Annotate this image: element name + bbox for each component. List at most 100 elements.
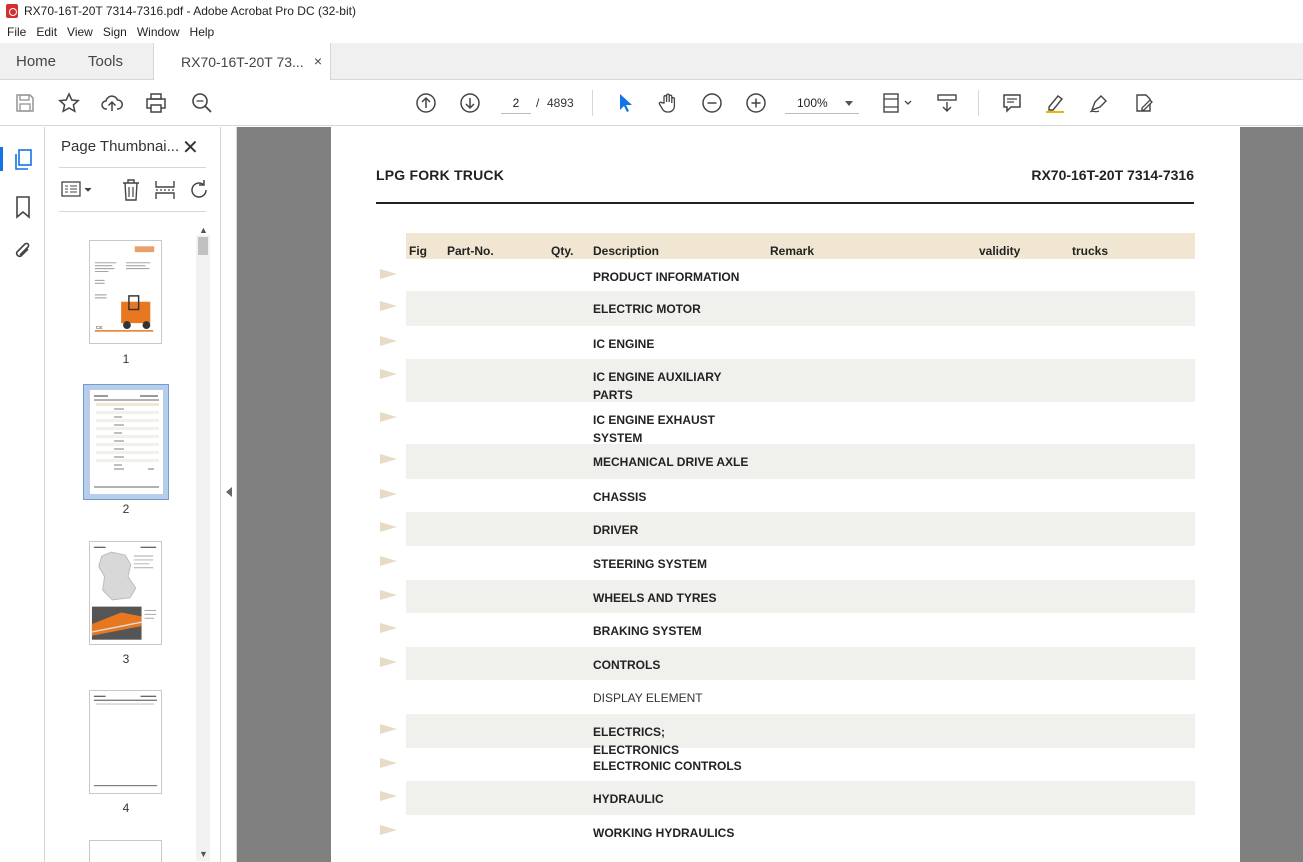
page-thumbnails-icon[interactable] — [11, 148, 35, 172]
document-viewport[interactable]: LPG FORK TRUCK RX70-16T-20T 7314-7316 Fi… — [237, 127, 1303, 862]
fill-sign-icon[interactable] — [1132, 91, 1156, 115]
table-row: ELECTRICS; ELECTRONICS — [406, 714, 1195, 757]
zoom-in-icon[interactable] — [744, 91, 768, 115]
row-description: WORKING HYDRAULICS — [593, 826, 735, 840]
search-zoom-icon[interactable] — [190, 91, 214, 115]
scroll-up-arrow-icon[interactable]: ▲ — [199, 225, 208, 235]
hand-tool-icon[interactable] — [656, 91, 680, 115]
row-description: MECHANICAL DRIVE AXLE — [593, 455, 749, 469]
upload-cloud-icon[interactable] — [100, 91, 124, 115]
row-link-arrow-icon[interactable] — [380, 590, 397, 600]
row-link-arrow-icon[interactable] — [380, 556, 397, 566]
row-description: ELECTRIC MOTOR — [593, 302, 701, 316]
thumbnail-options-icon[interactable] — [60, 177, 96, 203]
page-4-preview — [93, 695, 158, 787]
col-validity: validity — [979, 244, 1021, 258]
page-count: 4893 — [547, 96, 574, 110]
row-link-arrow-icon[interactable] — [380, 269, 397, 279]
comment-icon[interactable] — [1000, 91, 1024, 115]
row-link-arrow-icon[interactable] — [380, 758, 397, 768]
row-link-arrow-icon[interactable] — [380, 724, 397, 734]
collapse-arrow-icon[interactable] — [226, 487, 232, 497]
row-link-arrow-icon[interactable] — [380, 369, 397, 379]
row-link-arrow-icon[interactable] — [380, 522, 397, 532]
active-indicator — [0, 147, 3, 171]
delete-page-icon[interactable] — [118, 177, 144, 203]
toolbar: 2 / 4893 100% — [0, 80, 1303, 126]
page-thumbnail-3[interactable] — [89, 541, 162, 645]
menu-bar: File Edit View Sign Window Help — [0, 22, 1303, 42]
page-thumbnail-2-selected[interactable] — [83, 384, 169, 500]
menu-edit[interactable]: Edit — [31, 25, 62, 39]
pdf-page: LPG FORK TRUCK RX70-16T-20T 7314-7316 Fi… — [331, 127, 1240, 862]
zoom-level-select[interactable]: 100% — [785, 92, 859, 114]
page-thumbnail-4[interactable] — [89, 690, 162, 794]
extract-pages-icon[interactable] — [152, 177, 178, 203]
page-number-input[interactable]: 2 — [501, 92, 531, 114]
thumbnail-label-2: 2 — [122, 502, 130, 516]
chevron-down-icon — [845, 101, 853, 106]
scroll-down-arrow-icon[interactable]: ▼ — [199, 849, 208, 859]
row-link-arrow-icon[interactable] — [380, 412, 397, 422]
col-qty: Qty. — [551, 244, 574, 258]
panel-collapse-splitter[interactable] — [220, 127, 237, 862]
print-icon[interactable] — [144, 91, 168, 115]
page-thumbnail-1[interactable]: CE — [89, 240, 162, 344]
table-row: DRIVER — [406, 512, 1195, 546]
tab-tools[interactable]: Tools — [88, 43, 123, 80]
row-link-arrow-icon[interactable] — [380, 454, 397, 464]
tab-home[interactable]: Home — [16, 43, 56, 80]
row-description: IC ENGINE EXHAUST SYSTEM — [593, 413, 716, 445]
table-row: ELECTRIC MOTOR — [406, 291, 1195, 326]
tab-document-label: RX70-16T-20T 73... — [181, 54, 304, 70]
scroll-mode-icon[interactable] — [935, 91, 959, 115]
header-rule — [376, 202, 1194, 204]
panel-divider — [59, 211, 206, 212]
page-thumbnail-5[interactable] — [89, 840, 162, 862]
menu-window[interactable]: Window — [132, 25, 185, 39]
thumbnail-scrollbar[interactable]: ▲ ▼ — [196, 225, 210, 861]
previous-page-icon[interactable] — [414, 91, 438, 115]
row-description: ELECTRONIC CONTROLS — [593, 759, 742, 773]
highlight-pen-icon[interactable] — [1043, 91, 1067, 115]
draw-sign-icon[interactable] — [1087, 91, 1111, 115]
row-description: DRIVER — [593, 523, 639, 537]
page-3-preview — [91, 546, 157, 640]
page-fit-icon[interactable] — [880, 91, 914, 115]
close-panel-icon[interactable]: ✕ — [182, 135, 199, 160]
svg-text:CE: CE — [96, 325, 104, 331]
tab-document[interactable]: RX70-16T-20T 73... × — [153, 43, 331, 81]
next-page-icon[interactable] — [458, 91, 482, 115]
row-link-arrow-icon[interactable] — [380, 489, 397, 499]
col-description: Description — [593, 244, 660, 258]
row-link-arrow-icon[interactable] — [380, 623, 397, 633]
close-tab-icon[interactable]: × — [314, 53, 322, 69]
row-description: HYDRAULIC — [593, 792, 664, 806]
row-link-arrow-icon[interactable] — [380, 301, 397, 311]
save-icon[interactable] — [13, 91, 37, 115]
row-link-arrow-icon[interactable] — [380, 657, 397, 667]
select-cursor-icon[interactable] — [613, 91, 637, 115]
page-header-model: RX70-16T-20T 7314-7316 — [1031, 167, 1194, 183]
attachment-icon[interactable] — [11, 240, 35, 264]
row-description: IC ENGINE — [593, 337, 655, 351]
scrollbar-thumb[interactable] — [198, 237, 208, 255]
cover-page-preview: CE — [94, 246, 155, 332]
row-description: PRODUCT INFORMATION — [593, 270, 740, 284]
menu-file[interactable]: File — [2, 25, 31, 39]
table-row: BRAKING SYSTEM — [406, 613, 1195, 647]
col-remark: Remark — [770, 244, 815, 258]
page-2-preview — [90, 390, 163, 494]
row-link-arrow-icon[interactable] — [380, 791, 397, 801]
rotate-page-icon[interactable] — [186, 177, 212, 203]
row-link-arrow-icon[interactable] — [380, 825, 397, 835]
window-title: RX70-16T-20T 7314-7316.pdf - Adobe Acrob… — [24, 4, 356, 18]
zoom-out-icon[interactable] — [700, 91, 724, 115]
menu-help[interactable]: Help — [185, 25, 220, 39]
menu-sign[interactable]: Sign — [98, 25, 132, 39]
table-header: Fig Part-No. Qty. Description Remark val… — [406, 233, 1195, 259]
row-link-arrow-icon[interactable] — [380, 336, 397, 346]
menu-view[interactable]: View — [62, 25, 98, 39]
bookmark-icon[interactable] — [11, 195, 35, 219]
star-icon[interactable] — [57, 91, 81, 115]
